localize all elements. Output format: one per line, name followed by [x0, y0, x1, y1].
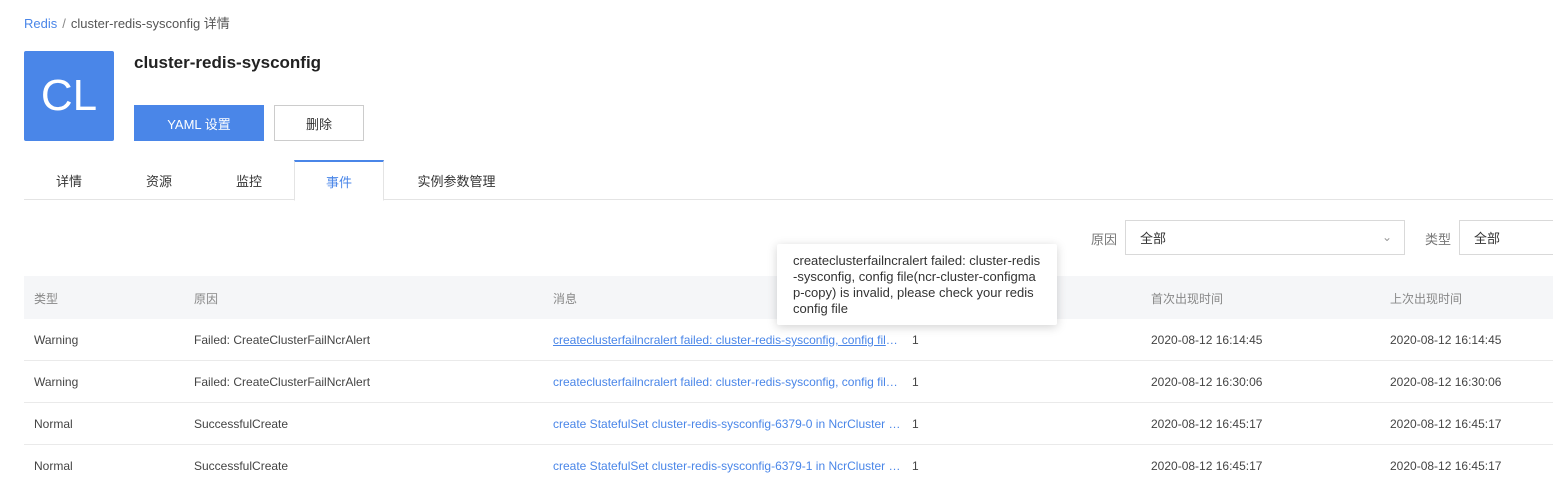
- cell-reason: SuccessfulCreate: [194, 417, 289, 431]
- message-tooltip: createclusterfailncralert failed: cluste…: [777, 244, 1057, 325]
- reason-filter-label: 原因: [1091, 232, 1118, 247]
- cell-first-seen: 2020-08-12 16:45:17: [1151, 459, 1263, 473]
- header-last-seen[interactable]: 上次出现时间: [1390, 290, 1462, 307]
- cell-type: Normal: [34, 459, 73, 473]
- cell-last-seen: 2020-08-12 16:45:17: [1390, 417, 1502, 431]
- yaml-settings-button[interactable]: YAML 设置: [134, 105, 264, 141]
- cell-message-link[interactable]: createclusterfailncralert failed: cluste…: [553, 333, 901, 347]
- cell-first-seen: 2020-08-12 16:14:45: [1151, 333, 1263, 347]
- cell-first-seen: 2020-08-12 16:45:17: [1151, 417, 1263, 431]
- cell-last-seen: 2020-08-12 16:45:17: [1390, 459, 1502, 473]
- cell-message-link[interactable]: create StatefulSet cluster-redis-sysconf…: [553, 417, 901, 431]
- table-row: Warning Failed: CreateClusterFailNcrAler…: [24, 361, 1553, 403]
- cell-reason: Failed: CreateClusterFailNcrAlert: [194, 375, 371, 389]
- cell-count: 1: [912, 375, 919, 389]
- type-filter-label: 类型: [1425, 232, 1452, 247]
- delete-button[interactable]: 删除: [274, 105, 364, 141]
- breadcrumb: Redis / cluster-redis-sysconfig 详情: [24, 13, 230, 32]
- avatar: CL: [24, 51, 114, 141]
- header-reason[interactable]: 原因: [194, 290, 218, 307]
- header-type[interactable]: 类型: [34, 290, 58, 307]
- tab-resources[interactable]: 资源: [114, 160, 204, 200]
- table-row: Warning Failed: CreateClusterFailNcrAler…: [24, 319, 1553, 361]
- cell-type: Warning: [34, 333, 79, 347]
- cell-last-seen: 2020-08-12 16:30:06: [1390, 375, 1502, 389]
- page-title: cluster-redis-sysconfig: [134, 53, 322, 72]
- header-message[interactable]: 消息: [553, 290, 577, 307]
- cell-count: 1: [912, 333, 919, 347]
- cell-type: Normal: [34, 417, 73, 431]
- tab-bar: 详情 资源 监控 事件 实例参数管理: [24, 160, 1553, 201]
- tab-instance-params[interactable]: 实例参数管理: [384, 160, 529, 200]
- chevron-down-icon: ⌄: [1381, 230, 1392, 244]
- cell-reason: SuccessfulCreate: [194, 459, 289, 473]
- reason-filter-value: 全部: [1140, 231, 1167, 246]
- cell-type: Warning: [34, 375, 79, 389]
- table-row: Normal SuccessfulCreate create StatefulS…: [24, 445, 1553, 483]
- tab-details[interactable]: 详情: [24, 160, 114, 200]
- type-filter-value: 全部: [1474, 231, 1501, 246]
- header-first-seen[interactable]: 首次出现时间: [1151, 290, 1223, 307]
- cell-first-seen: 2020-08-12 16:30:06: [1151, 375, 1263, 389]
- breadcrumb-separator: /: [62, 16, 66, 31]
- cell-message-link[interactable]: createclusterfailncralert failed: cluste…: [553, 375, 901, 389]
- cell-last-seen: 2020-08-12 16:14:45: [1390, 333, 1502, 347]
- type-filter-select[interactable]: 全部: [1459, 220, 1553, 255]
- breadcrumb-current: cluster-redis-sysconfig 详情: [70, 16, 230, 31]
- tab-monitoring[interactable]: 监控: [204, 160, 294, 200]
- tab-events[interactable]: 事件: [294, 160, 384, 201]
- reason-filter-select[interactable]: 全部 ⌄: [1125, 220, 1405, 255]
- cell-reason: Failed: CreateClusterFailNcrAlert: [194, 333, 371, 347]
- cell-count: 1: [912, 459, 919, 473]
- cell-count: 1: [912, 417, 919, 431]
- table-row: Normal SuccessfulCreate create StatefulS…: [24, 403, 1553, 445]
- breadcrumb-link-redis[interactable]: Redis: [24, 16, 57, 31]
- cell-message-link[interactable]: create StatefulSet cluster-redis-sysconf…: [553, 459, 901, 473]
